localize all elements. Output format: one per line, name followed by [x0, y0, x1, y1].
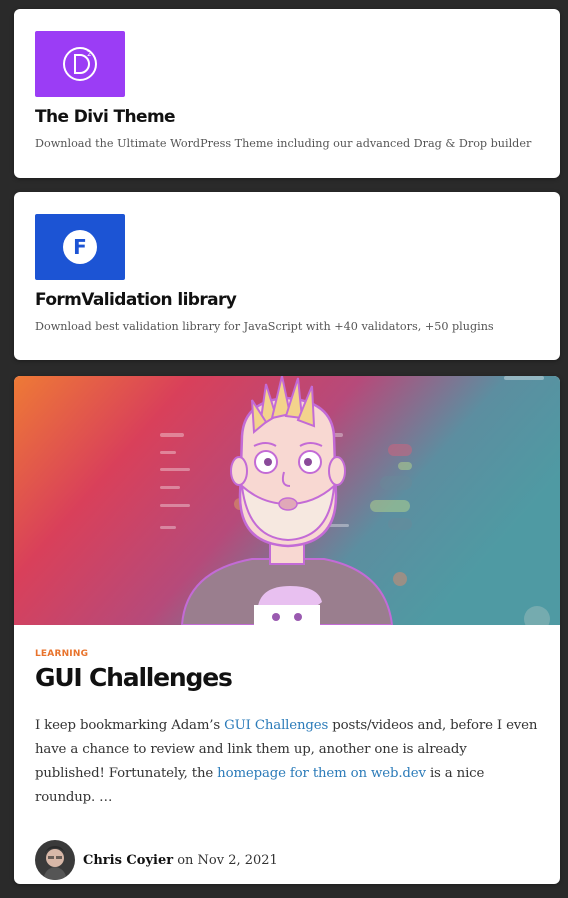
ad-description: Download the Ultimate WordPress Theme in… — [35, 137, 532, 150]
byline-on: on — [173, 852, 198, 868]
author-name[interactable]: Chris Coyier — [83, 853, 173, 868]
article-byline: Chris Coyier on Nov 2, 2021 — [35, 840, 539, 880]
article-hero-image[interactable] — [14, 376, 560, 625]
gui-challenges-link[interactable]: GUI Challenges — [224, 718, 328, 733]
ad-card-divi[interactable]: 2 The Divi Theme Download the Ultimate W… — [14, 9, 560, 178]
svg-text:2: 2 — [87, 50, 91, 58]
article-date: Nov 2, 2021 — [197, 852, 278, 868]
formvalidation-logo-icon[interactable]: F — [35, 214, 125, 280]
svg-text:F: F — [73, 235, 87, 259]
article-excerpt: I keep bookmarking Adam’s GUI Challenges… — [35, 714, 539, 810]
excerpt-text: I keep bookmarking Adam’s — [35, 718, 225, 733]
ad-title[interactable]: FormValidation library — [35, 290, 539, 310]
author-avatar[interactable] — [35, 840, 75, 880]
article-category[interactable]: LEARNING — [35, 649, 539, 659]
ad-card-formvalidation[interactable]: F FormValidation library Download best v… — [14, 192, 560, 360]
article-card: LEARNING GUI Challenges I keep bookmarki… — [14, 376, 560, 884]
divi-logo-icon[interactable]: 2 — [35, 31, 125, 97]
webdev-homepage-link[interactable]: homepage for them on web.dev — [217, 766, 426, 781]
article-title[interactable]: GUI Challenges — [35, 663, 539, 692]
ad-title[interactable]: The Divi Theme — [35, 107, 539, 127]
ad-description: Download best validation library for Jav… — [35, 320, 494, 333]
